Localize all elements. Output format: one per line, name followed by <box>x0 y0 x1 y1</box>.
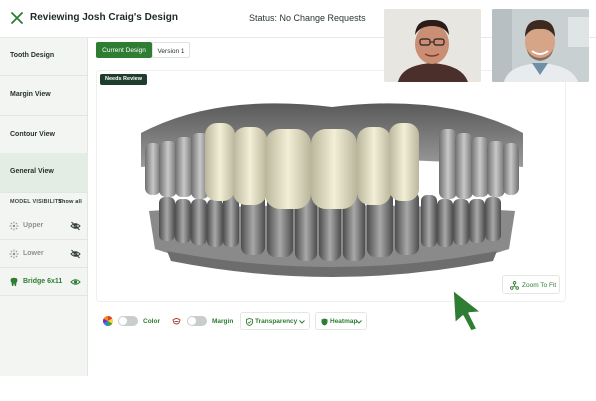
margin-label: Margin <box>212 318 234 325</box>
color-wheel-icon <box>103 316 113 326</box>
heatmap-dropdown[interactable]: Heatmap <box>315 312 367 330</box>
status-text: Status: No Change Requests <box>249 13 366 23</box>
transparency-dropdown[interactable]: Transparency <box>240 312 310 330</box>
model-row-upper[interactable]: Upper <box>0 212 88 240</box>
page-title: Reviewing Josh Craig's Design <box>30 12 178 23</box>
shield-icon <box>321 318 328 326</box>
chevron-down-icon <box>356 320 362 324</box>
model-viewer[interactable] <box>96 70 566 302</box>
model-row-lower[interactable]: Lower <box>0 240 88 268</box>
video-tile-participant-1[interactable] <box>384 9 481 82</box>
heatmap-label: Heatmap <box>330 318 358 325</box>
lower-jaw-icon <box>9 249 19 259</box>
model-visibility-header: MODEL VISIBILITY Show all <box>0 195 88 209</box>
model-row-label: Lower <box>23 250 44 257</box>
dental-model-render <box>141 103 523 277</box>
viewer-toolbar: Color Margin Transparency Heatmap <box>96 310 376 332</box>
eye-icon[interactable] <box>70 277 81 287</box>
show-all-button[interactable]: Show all <box>58 199 82 205</box>
participant-2-video <box>492 9 589 82</box>
margin-toggle[interactable] <box>187 316 207 326</box>
shield-icon <box>246 318 253 326</box>
upper-jaw-icon <box>9 221 19 231</box>
margin-icon <box>172 318 181 325</box>
sidebar-item-tooth-design[interactable]: Tooth Design <box>0 38 88 76</box>
zoom-to-fit-label: Zoom To Fit <box>522 282 557 289</box>
tooth-icon <box>10 277 18 286</box>
sidebar-item-contour-view[interactable]: Contour View <box>0 116 88 156</box>
app-window: Reviewing Josh Craig's Design Status: No… <box>0 0 596 376</box>
color-toggle[interactable] <box>118 316 138 326</box>
sidebar-item-label: General View <box>10 168 54 175</box>
cursor-arrow-icon <box>452 289 482 332</box>
chevron-down-icon <box>299 320 305 324</box>
sidebar-item-label: Tooth Design <box>10 52 55 59</box>
sidebar-item-label: Margin View <box>10 91 51 98</box>
eye-off-icon[interactable] <box>70 249 81 259</box>
zoom-to-fit-button[interactable]: Zoom To Fit <box>502 275 560 294</box>
zoom-fit-icon <box>510 281 519 290</box>
transparency-label: Transparency <box>255 318 298 325</box>
color-label: Color <box>143 318 160 325</box>
needs-review-badge: Needs Review <box>100 74 147 85</box>
close-icon[interactable] <box>10 11 24 25</box>
video-tile-participant-2[interactable] <box>492 9 589 82</box>
model-visibility-heading: MODEL VISIBILITY <box>10 199 63 205</box>
sidebar-item-general-view[interactable]: General View <box>0 153 88 193</box>
sidebar-item-label: Contour View <box>10 131 55 138</box>
sidebar-item-margin-view[interactable]: Margin View <box>0 76 88 116</box>
eye-off-icon[interactable] <box>70 221 81 231</box>
model-row-label: Bridge 6x11 <box>23 278 63 285</box>
sidebar: Tooth Design Margin View Contour View Ge… <box>0 38 88 376</box>
tab-current-design[interactable]: Current Design <box>96 42 152 58</box>
tab-version-1[interactable]: Version 1 <box>152 42 190 58</box>
model-row-bridge[interactable]: Bridge 6x11 <box>0 268 88 296</box>
participant-1-video <box>384 9 481 82</box>
model-row-label: Upper <box>23 222 44 229</box>
